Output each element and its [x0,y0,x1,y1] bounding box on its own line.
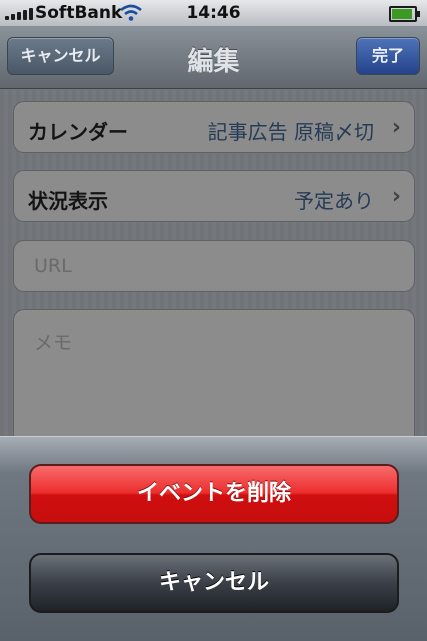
status-bar: SoftBank 14:46 [0,0,427,26]
battery-level [392,9,412,19]
calendar-label: カレンダー [28,120,128,144]
calendar-row[interactable]: カレンダー 記事広告 原稿〆切 › [13,101,415,153]
availability-value: 予定あり [294,189,374,213]
url-field[interactable]: URL [13,240,415,292]
availability-label: 状況表示 [28,189,108,213]
notes-field[interactable]: メモ [13,309,415,451]
battery-icon [389,6,420,22]
url-placeholder: URL [34,255,72,277]
navigation-bar: キャンセル 編集 完了 [0,26,427,89]
delete-event-button[interactable]: イベントを削除 [29,464,399,524]
notes-placeholder: メモ [34,332,73,354]
chevron-right-icon: › [391,184,401,209]
clock: 14:46 [186,3,241,23]
done-button[interactable]: 完了 [356,37,420,75]
calendar-value: 記事広告 原稿〆切 [207,120,374,144]
chevron-right-icon: › [391,115,401,140]
availability-row[interactable]: 状況表示 予定あり › [13,170,415,222]
action-sheet: イベントを削除 キャンセル [0,436,427,641]
action-sheet-cancel-button[interactable]: キャンセル [29,553,399,613]
